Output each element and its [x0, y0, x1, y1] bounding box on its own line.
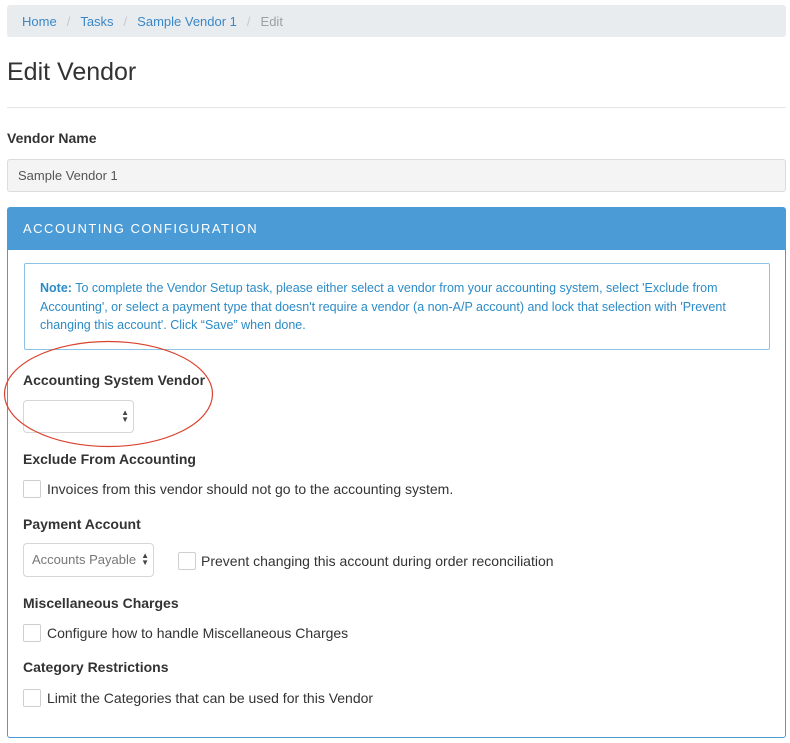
accounting-system-vendor-label: Accounting System Vendor: [23, 372, 206, 388]
updown-arrows-icon: ▲ ▼: [121, 408, 129, 424]
misc-charges-checkbox[interactable]: [23, 624, 41, 642]
note-text: To complete the Vendor Setup task, pleas…: [40, 281, 726, 332]
breadcrumb-home[interactable]: Home: [22, 14, 57, 29]
note-label: Note:: [40, 281, 72, 295]
payment-account-select[interactable]: Accounts Payable ▲ ▼: [23, 543, 154, 577]
breadcrumb-vendor[interactable]: Sample Vendor 1: [137, 14, 237, 29]
payment-account-label: Payment Account: [23, 516, 141, 532]
exclude-from-accounting-label: Exclude From Accounting: [23, 451, 196, 467]
misc-charges-label: Miscellaneous Charges: [23, 595, 179, 611]
category-restrictions-text: Limit the Categories that can be used fo…: [47, 690, 374, 706]
misc-charges-text: Configure how to handle Miscellaneous Ch…: [47, 625, 349, 641]
exclude-from-accounting-checkbox[interactable]: [23, 480, 41, 498]
setup-note: Note: To complete the Vendor Setup task,…: [24, 263, 770, 350]
prevent-changing-checkbox[interactable]: [178, 552, 196, 570]
accounting-configuration-panel: ACCOUNTING CONFIGURATION Note: To comple…: [7, 207, 786, 738]
accounting-system-vendor-select[interactable]: ▲ ▼: [23, 400, 134, 433]
page-title: Edit Vendor: [7, 58, 137, 86]
breadcrumb-current: Edit: [260, 13, 283, 29]
payment-account-value: Accounts Payable: [32, 552, 137, 567]
breadcrumb: Home / Tasks / Sample Vendor 1 / Edit: [7, 5, 786, 37]
divider: [7, 107, 786, 108]
category-restrictions-checkbox[interactable]: [23, 689, 41, 707]
vendor-name-field[interactable]: Sample Vendor 1: [7, 159, 786, 192]
breadcrumb-separator: /: [246, 13, 251, 29]
updown-arrows-icon: ▲ ▼: [141, 551, 149, 567]
exclude-from-accounting-text: Invoices from this vendor should not go …: [47, 481, 454, 497]
category-restrictions-label: Category Restrictions: [23, 659, 169, 675]
panel-heading: ACCOUNTING CONFIGURATION: [8, 208, 785, 250]
breadcrumb-tasks[interactable]: Tasks: [80, 14, 113, 29]
breadcrumb-separator: /: [123, 13, 128, 29]
breadcrumb-separator: /: [66, 13, 71, 29]
prevent-changing-text: Prevent changing this account during ord…: [201, 553, 554, 569]
vendor-name-label: Vendor Name: [7, 130, 97, 146]
